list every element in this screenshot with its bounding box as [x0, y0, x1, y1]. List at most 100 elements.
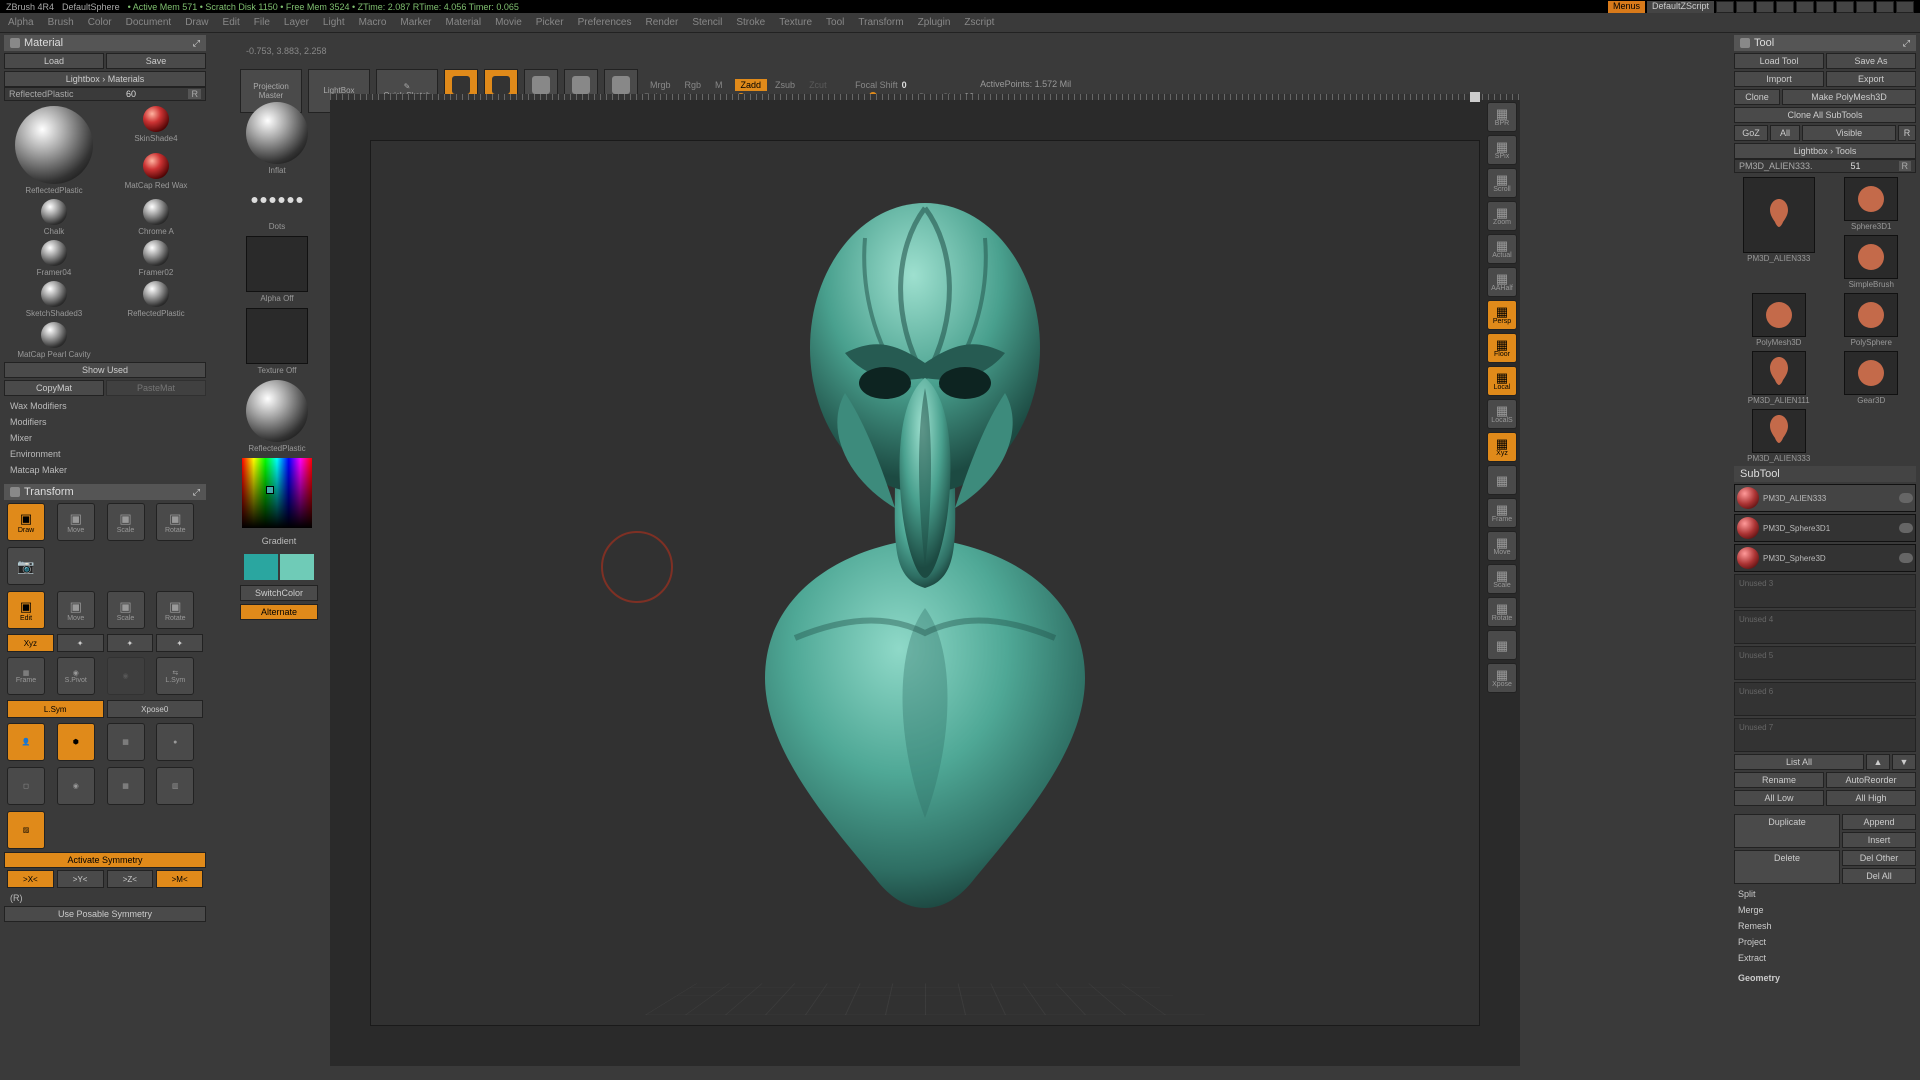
- axis-x-button[interactable]: >X<: [7, 870, 54, 888]
- scale-button[interactable]: ▣Scale: [107, 503, 145, 541]
- material-SketchShaded3[interactable]: SketchShaded3: [4, 279, 104, 318]
- tool-SimpleBrush[interactable]: SimpleBrush: [1827, 234, 1917, 289]
- rotate-button[interactable]: ▣Rotate: [156, 503, 194, 541]
- draw-button[interactable]: ▣Draw: [7, 503, 45, 541]
- section-remesh[interactable]: Remesh: [1734, 918, 1916, 934]
- all-high-button[interactable]: All High: [1826, 790, 1916, 806]
- sym-y-button[interactable]: ✦: [107, 634, 154, 652]
- menu-zplugin[interactable]: Zplugin: [918, 17, 951, 28]
- move-button[interactable]: ▣Move: [57, 591, 95, 629]
- section-project[interactable]: Project: [1734, 934, 1916, 950]
- spivot-button[interactable]: ◉S.Pivot: [57, 657, 95, 695]
- save-material-button[interactable]: Save: [106, 53, 206, 69]
- visibility-toggle[interactable]: [1899, 493, 1913, 503]
- axis-y-button[interactable]: >Y<: [57, 870, 104, 888]
- frame-button[interactable]: ▦Frame: [7, 657, 45, 695]
- subtool-PM3D_ALIEN333[interactable]: PM3D_ALIEN333: [1734, 484, 1916, 512]
- viewport[interactable]: [370, 140, 1480, 1026]
- alpha-slot[interactable]: Alpha Off: [240, 234, 314, 303]
- menu-material[interactable]: Material: [446, 17, 482, 28]
- use-posable-symmetry-button[interactable]: Use Posable Symmetry: [4, 906, 206, 922]
- solo-button[interactable]: ◉: [57, 767, 95, 805]
- unused-slot[interactable]: Unused 7: [1734, 718, 1916, 752]
- section-modifiers[interactable]: Modifiers: [4, 414, 206, 430]
- material-ReflectedPlastic[interactable]: ReflectedPlastic: [106, 279, 206, 318]
- make-polymesh-button[interactable]: Make PolyMesh3D: [1782, 89, 1916, 105]
- xyz-button[interactable]: Xyz: [7, 634, 54, 652]
- visibility-toggle[interactable]: [1899, 523, 1913, 533]
- rotate-button[interactable]: ▣Rotate: [156, 591, 194, 629]
- menu-light[interactable]: Light: [323, 17, 345, 28]
- material-index-slider[interactable]: ReflectedPlastic 60 R: [4, 87, 206, 101]
- menu-edit[interactable]: Edit: [223, 17, 240, 28]
- titlebar-btn-1[interactable]: [1716, 1, 1734, 13]
- material-Framer02[interactable]: Framer02: [106, 238, 206, 277]
- pastemat-button[interactable]: PasteMat: [106, 380, 206, 396]
- lightbox-materials-button[interactable]: Lightbox › Materials: [4, 71, 206, 87]
- Actual-button[interactable]: ▦Actual: [1487, 234, 1517, 264]
- sym-x-button[interactable]: ✦: [57, 634, 104, 652]
- menu-zscript[interactable]: Zscript: [964, 17, 994, 28]
- section-wax-modifiers[interactable]: Wax Modifiers: [4, 398, 206, 414]
- scale-button[interactable]: ▣Scale: [107, 591, 145, 629]
- LocalS-button[interactable]: ▦LocalS: [1487, 399, 1517, 429]
- goz-button[interactable]: GoZ: [1734, 125, 1768, 141]
- shelf-button[interactable]: ▦: [1487, 465, 1517, 495]
- tool-PM3D_ALIEN333[interactable]: PM3D_ALIEN333: [1734, 176, 1824, 289]
- tool-r-button[interactable]: R: [1899, 161, 1912, 171]
- menu-macro[interactable]: Macro: [359, 17, 387, 28]
- Move-button[interactable]: ▦Move: [1487, 531, 1517, 561]
- brush-slot[interactable]: Inflat: [240, 100, 314, 175]
- Xpose-button[interactable]: ▦Xpose: [1487, 663, 1517, 693]
- subtool-header[interactable]: SubTool: [1734, 466, 1916, 482]
- titlebar-btn-3[interactable]: [1756, 1, 1774, 13]
- snapshot-button[interactable]: 📷: [7, 547, 45, 585]
- horizontal-ruler[interactable]: [330, 94, 1520, 100]
- menu-render[interactable]: Render: [646, 17, 679, 28]
- section-split[interactable]: Split: [1734, 886, 1916, 902]
- default-zscript-button[interactable]: DefaultZScript: [1647, 1, 1714, 13]
- focal-shift-slider[interactable]: Focal Shift 0: [855, 80, 974, 90]
- solo-ball-button[interactable]: ●: [156, 723, 194, 761]
- material-MatCap Red Wax[interactable]: MatCap Red Wax: [106, 151, 206, 196]
- copymat-button[interactable]: CopyMat: [4, 380, 104, 396]
- BPR-button[interactable]: ▦BPR: [1487, 102, 1517, 132]
- Rotate-button[interactable]: ▦Rotate: [1487, 597, 1517, 627]
- m-button[interactable]: M: [709, 80, 729, 90]
- gradient-label[interactable]: Gradient: [240, 533, 318, 549]
- rename-button[interactable]: Rename: [1734, 772, 1824, 788]
- close-button[interactable]: [1896, 1, 1914, 13]
- unused-slot[interactable]: Unused 4: [1734, 610, 1916, 644]
- load-material-button[interactable]: Load: [4, 53, 104, 69]
- activate-symmetry-button[interactable]: Activate Symmetry: [4, 852, 206, 868]
- zcut-button[interactable]: Zcut: [803, 80, 833, 90]
- pfsel-button[interactable]: ▦: [107, 767, 145, 805]
- expand-icon[interactable]: ⤢: [193, 487, 200, 498]
- axis-z-button[interactable]: >Z<: [107, 870, 154, 888]
- titlebar-btn-6[interactable]: [1816, 1, 1834, 13]
- section-extract[interactable]: Extract: [1734, 950, 1916, 966]
- menu-picker[interactable]: Picker: [536, 17, 564, 28]
- pf-button[interactable]: ▦: [107, 723, 145, 761]
- duplicate-button[interactable]: Duplicate: [1734, 814, 1840, 848]
- Scale-button[interactable]: ▦Scale: [1487, 564, 1517, 594]
- SPix-button[interactable]: ▦SPix: [1487, 135, 1517, 165]
- Scroll-button[interactable]: ▦Scroll: [1487, 168, 1517, 198]
- del-other-button[interactable]: Del Other: [1842, 850, 1916, 866]
- goz-r-button[interactable]: R: [1898, 125, 1916, 141]
- subtool-PM3D_Sphere3D1[interactable]: PM3D_Sphere3D1: [1734, 514, 1916, 542]
- geometry-section[interactable]: Geometry: [1734, 970, 1916, 986]
- save-as-button[interactable]: Save As: [1826, 53, 1916, 69]
- tool-PM3D_ALIEN333[interactable]: PM3D_ALIEN333: [1734, 408, 1824, 463]
- axis-m-button[interactable]: >M<: [156, 870, 203, 888]
- append-button[interactable]: Append: [1842, 814, 1916, 830]
- Local-button[interactable]: ▦Local: [1487, 366, 1517, 396]
- unused-slot[interactable]: Unused 5: [1734, 646, 1916, 680]
- main-color-swatch[interactable]: [244, 554, 278, 580]
- menu-alpha[interactable]: Alpha: [8, 17, 34, 28]
- unused-slot[interactable]: Unused 3: [1734, 574, 1916, 608]
- menu-preferences[interactable]: Preferences: [578, 17, 632, 28]
- menu-layer[interactable]: Layer: [284, 17, 309, 28]
- zsub-button[interactable]: Zsub: [769, 80, 801, 90]
- menu-file[interactable]: File: [254, 17, 270, 28]
